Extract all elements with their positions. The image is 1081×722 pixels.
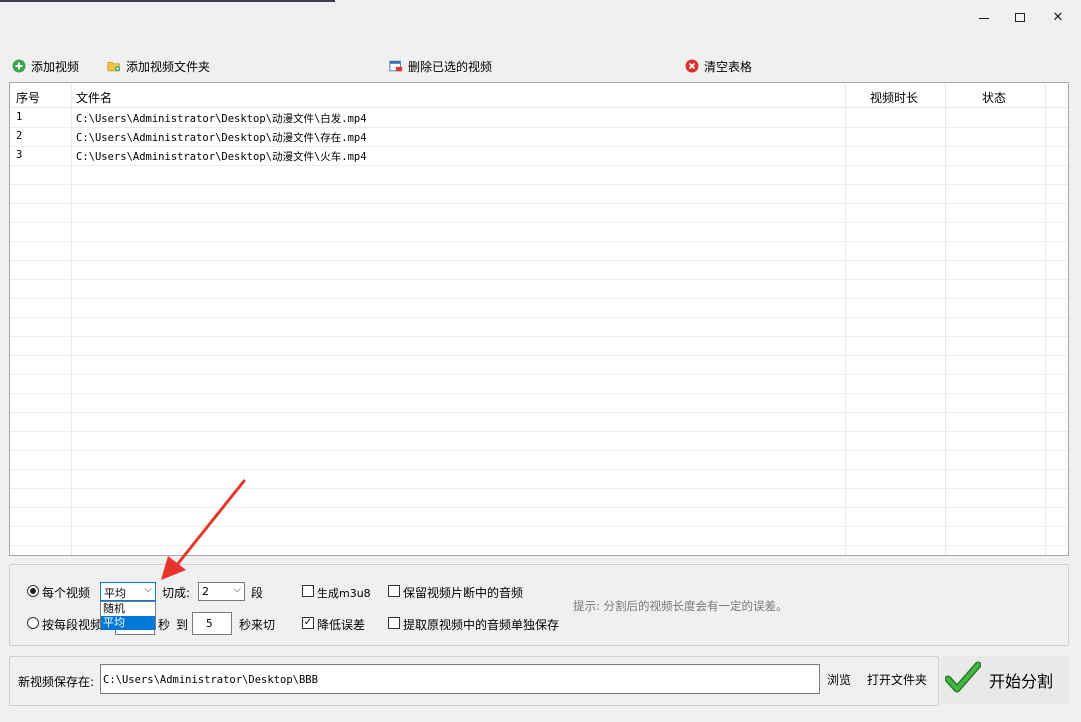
- start-split-button[interactable]: 开始分割: [941, 656, 1069, 704]
- to-seconds-value: 5: [206, 617, 213, 630]
- dropdown-option-random[interactable]: 随机: [101, 602, 155, 616]
- segments-unit-label: 段: [251, 586, 264, 600]
- row-gridline: [10, 336, 1068, 337]
- delete-selected-button[interactable]: 删除已选的视频: [389, 56, 492, 76]
- delete-selected-label: 删除已选的视频: [408, 59, 493, 74]
- options-panel: [9, 564, 1069, 646]
- extract-audio-label: 提取原视频中的音频单独保存: [403, 618, 560, 632]
- row-gridline: [10, 450, 1068, 451]
- per-segment-label: 按每段视频: [42, 618, 103, 632]
- to-label: 到: [176, 618, 189, 632]
- row-gridline: [10, 127, 1068, 128]
- table-header: 序号 文件名 视频时长 状态: [10, 83, 1068, 108]
- row-filename: C:\Users\Administrator\Desktop\动漫文件\白发.m…: [76, 113, 367, 125]
- table-row[interactable]: 2 C:\Users\Administrator\Desktop\动漫文件\存在…: [10, 127, 1068, 146]
- row-gridline: [10, 545, 1068, 546]
- minimize-button[interactable]: [964, 4, 1004, 30]
- close-button[interactable]: ✕: [1038, 4, 1078, 30]
- extract-audio-checkbox[interactable]: [388, 617, 400, 629]
- segments-select[interactable]: 2 ⌵: [198, 582, 245, 601]
- row-gridline: [10, 260, 1068, 261]
- table-row[interactable]: 3 C:\Users\Administrator\Desktop\动漫文件\火车…: [10, 146, 1068, 165]
- reduce-error-checkbox[interactable]: ✓: [302, 617, 314, 629]
- row-gridline: [10, 165, 1068, 166]
- open-folder-button[interactable]: 打开文件夹: [860, 666, 934, 692]
- seconds-cut-label: 秒来切: [239, 618, 276, 632]
- save-path-value: C:\Users\Administrator\Desktop\BBB: [103, 674, 318, 686]
- split-mode-dropdown[interactable]: 随机 平均: [100, 601, 156, 630]
- row-filename: C:\Users\Administrator\Desktop\动漫文件\火车.m…: [76, 151, 367, 163]
- row-gridline: [10, 355, 1068, 356]
- browse-button[interactable]: 浏览: [822, 666, 856, 692]
- chevron-down-icon: ⌵: [233, 584, 241, 595]
- browse-label: 浏览: [826, 672, 851, 687]
- row-gridline: [10, 374, 1068, 375]
- row-gridline: [10, 526, 1068, 527]
- split-into-label: 切成:: [162, 586, 191, 600]
- add-icon: [12, 59, 26, 73]
- add-video-label: 添加视频: [31, 59, 80, 74]
- folder-add-icon: [107, 59, 121, 73]
- column-header-duration[interactable]: 视频时长: [870, 89, 918, 106]
- row-gridline: [10, 393, 1068, 394]
- maximize-icon: [1015, 12, 1025, 22]
- row-index: 1: [16, 111, 23, 123]
- per-segment-radio[interactable]: [27, 617, 39, 629]
- row-gridline: [10, 412, 1068, 413]
- seconds-label: 秒: [158, 618, 171, 632]
- column-header-index[interactable]: 序号: [16, 89, 40, 106]
- gen-m3u8-label: 生成m3u8: [317, 587, 371, 600]
- video-table[interactable]: 序号 文件名 视频时长 状态 1 C:\Users\Administrator\…: [9, 82, 1069, 556]
- row-index: 3: [16, 149, 23, 161]
- split-mode-select[interactable]: 平均 ⌵: [100, 582, 156, 601]
- keep-audio-checkbox[interactable]: [388, 585, 400, 597]
- chevron-down-icon: ⌵: [144, 584, 152, 595]
- row-gridline: [10, 298, 1068, 299]
- row-gridline: [10, 279, 1068, 280]
- row-gridline: [10, 469, 1068, 470]
- delete-window-icon: [389, 59, 403, 73]
- clear-table-button[interactable]: 清空表格: [685, 56, 752, 76]
- save-path-input[interactable]: C:\Users\Administrator\Desktop\BBB: [100, 664, 820, 694]
- save-path-label: 新视频保存在:: [18, 675, 95, 689]
- close-icon: ✕: [1052, 9, 1064, 25]
- row-filename: C:\Users\Administrator\Desktop\动漫文件\存在.m…: [76, 132, 367, 144]
- maximize-button[interactable]: [1000, 4, 1040, 30]
- keep-audio-label: 保留视频片断中的音频: [403, 586, 524, 600]
- add-folder-label: 添加视频文件夹: [126, 59, 211, 74]
- gen-m3u8-checkbox[interactable]: [302, 585, 314, 597]
- reduce-error-label: 降低误差: [317, 618, 366, 632]
- row-gridline: [10, 431, 1068, 432]
- clear-table-label: 清空表格: [704, 59, 753, 74]
- open-folder-label: 打开文件夹: [866, 672, 927, 687]
- segments-value: 2: [202, 585, 209, 598]
- row-gridline: [10, 146, 1068, 147]
- column-header-status[interactable]: 状态: [982, 89, 1006, 106]
- row-gridline: [10, 184, 1068, 185]
- row-gridline: [10, 241, 1068, 242]
- per-video-radio[interactable]: [27, 585, 39, 597]
- column-header-filename[interactable]: 文件名: [76, 89, 112, 106]
- add-video-button[interactable]: 添加视频: [12, 56, 79, 76]
- row-gridline: [10, 488, 1068, 489]
- window-top-edge: [0, 0, 335, 2]
- row-gridline: [10, 203, 1068, 204]
- dropdown-option-average[interactable]: 平均: [101, 616, 155, 630]
- to-seconds-input[interactable]: 5: [192, 612, 232, 635]
- start-split-label: 开始分割: [989, 672, 1054, 691]
- add-folder-button[interactable]: 添加视频文件夹: [107, 56, 210, 76]
- clear-icon: [685, 59, 699, 73]
- checkmark-icon: [944, 661, 982, 699]
- table-row[interactable]: 1 C:\Users\Administrator\Desktop\动漫文件\白发…: [10, 108, 1068, 127]
- row-index: 2: [16, 130, 23, 142]
- row-gridline: [10, 507, 1068, 508]
- per-video-label: 每个视频: [42, 586, 91, 600]
- hint-text: 提示: 分割后的视频长度会有一定的误差。: [573, 599, 788, 613]
- row-gridline: [10, 222, 1068, 223]
- split-mode-value: 平均: [104, 587, 126, 600]
- row-gridline: [10, 317, 1068, 318]
- minimize-icon: [979, 17, 989, 19]
